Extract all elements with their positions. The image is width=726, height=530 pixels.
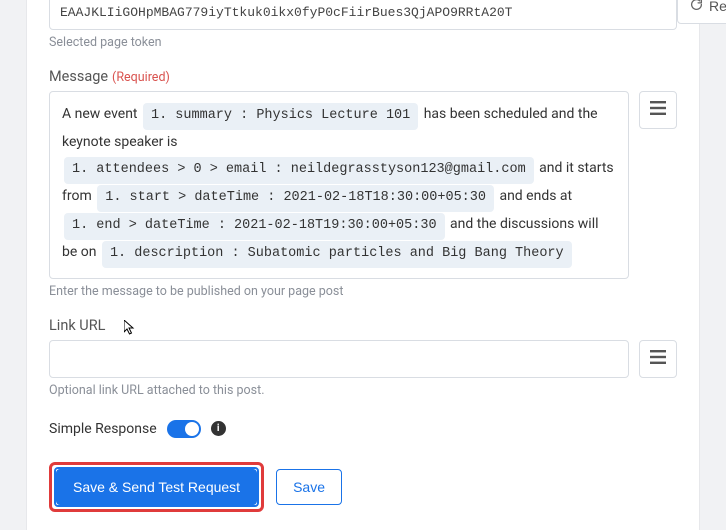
message-text-0: A new event: [62, 106, 141, 122]
refresh-button[interactable]: Refresh: [677, 0, 726, 24]
hamburger-icon: [650, 101, 666, 119]
refresh-label: Refresh: [709, 0, 726, 14]
pill-summary[interactable]: 1. summary : Physics Lecture 101: [143, 103, 418, 130]
save-button[interactable]: Save: [276, 469, 342, 505]
save-and-send-test-button[interactable]: Save & Send Test Request: [56, 469, 257, 505]
link-url-helper: Optional link URL attached to this post.: [49, 383, 677, 398]
pill-end-datetime[interactable]: 1. end > dateTime : 2021-02-18T19:30:00+…: [64, 213, 445, 240]
pill-description[interactable]: 1. description : Subatomic particles and…: [102, 241, 572, 268]
simple-response-toggle[interactable]: [167, 420, 201, 438]
page-token-input[interactable]: [49, 0, 677, 30]
info-icon[interactable]: i: [211, 421, 226, 436]
pill-start-datetime[interactable]: 1. start > dateTime : 2021-02-18T18:30:0…: [97, 185, 494, 212]
required-indicator: (Required): [112, 70, 170, 85]
highlight-annotation: Save & Send Test Request: [49, 462, 264, 512]
link-url-label: Link URL: [49, 317, 105, 334]
message-input[interactable]: A new event 1. summary : Physics Lecture…: [49, 91, 629, 279]
link-url-insert-field-button[interactable]: [639, 340, 677, 378]
message-insert-field-button[interactable]: [639, 91, 677, 129]
message-text-3: and ends at: [496, 188, 572, 204]
refresh-icon: [690, 0, 703, 14]
simple-response-label: Simple Response: [49, 421, 157, 437]
message-label: Message: [49, 68, 108, 85]
link-url-input[interactable]: [49, 340, 629, 378]
pill-attendees-email[interactable]: 1. attendees > 0 > email : neildegrassty…: [64, 157, 534, 184]
token-helper: Selected page token: [49, 35, 677, 50]
hamburger-icon: [650, 350, 666, 368]
message-helper: Enter the message to be published on you…: [49, 284, 677, 299]
